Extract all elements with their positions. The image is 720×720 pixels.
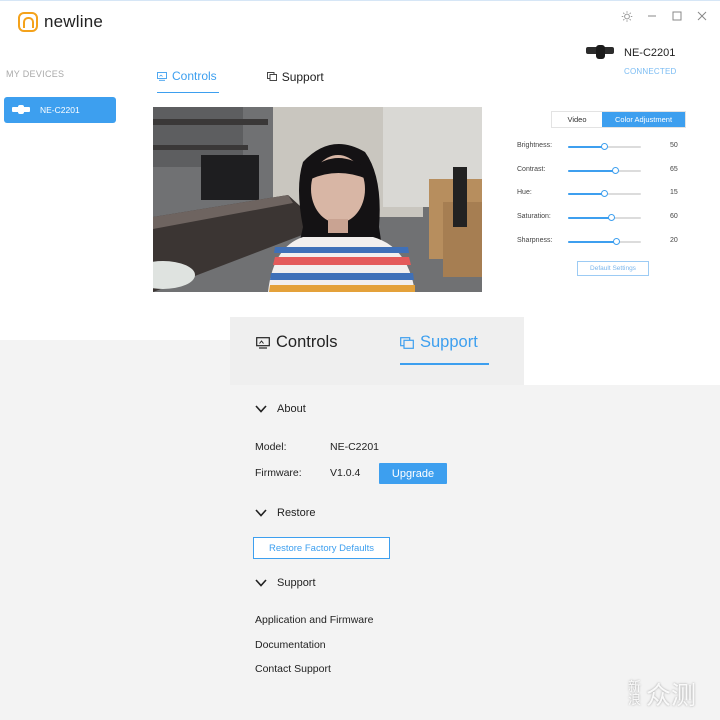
preview-image (153, 107, 482, 292)
saturation-value: 60 (670, 213, 678, 221)
link-documentation[interactable]: Documentation (255, 639, 326, 651)
chevron-down-icon (255, 405, 267, 413)
tab-controls-large[interactable]: Controls (256, 333, 337, 352)
chevron-down-icon (255, 579, 267, 587)
brightness-slider[interactable] (568, 143, 641, 150)
watermark-large: 众测 (646, 681, 697, 710)
tab-support-large[interactable]: Support (400, 333, 478, 352)
sidebar-item-device[interactable]: NE-C2201 (4, 97, 116, 123)
camera-preview (153, 107, 482, 292)
tab-video[interactable]: Video (552, 112, 602, 127)
default-settings-button[interactable]: Default Settings (577, 261, 649, 276)
watermark-small: 新 浪 (628, 680, 642, 708)
hue-value: 15 (670, 189, 678, 197)
background-strip (0, 340, 230, 385)
maximize-icon[interactable] (671, 9, 683, 23)
restore-factory-defaults-button[interactable]: Restore Factory Defaults (253, 537, 390, 559)
tab-color-adjustment[interactable]: Color Adjustment (602, 112, 685, 127)
tab-controls-large-label: Controls (276, 333, 338, 351)
camera-icon (12, 105, 30, 115)
sharpness-slider-thumb[interactable] (613, 237, 621, 245)
model-value: NE-C2201 (330, 441, 380, 453)
mode-switch: Video Color Adjustment (551, 111, 686, 128)
color-sliders: Brightness: 50 Contrast: 65 Hue: 15 Satu… (517, 142, 687, 260)
support-icon (400, 336, 414, 349)
sharpness-value: 20 (670, 236, 678, 244)
tab-controls-label: Controls (172, 69, 217, 83)
controls-icon (157, 71, 167, 81)
brand-logo: newline (18, 12, 103, 32)
contrast-slider[interactable] (568, 166, 641, 174)
contrast-slider-thumb[interactable] (611, 166, 619, 174)
tab-support-label: Support (281, 69, 324, 84)
restore-section-header[interactable]: Restore (255, 507, 316, 519)
window-controls (621, 9, 708, 23)
newline-logo-icon (18, 12, 38, 32)
contrast-value: 65 (670, 165, 678, 173)
restore-heading: Restore (277, 507, 316, 519)
contrast-label: Contrast: (517, 165, 546, 173)
about-heading: About (277, 403, 306, 415)
sharpness-row: Sharpness: 20 (517, 237, 687, 261)
sidebar-heading: MY DEVICES (6, 69, 65, 79)
support-tab-bar: Controls Support (230, 317, 524, 385)
top-tab-bar: Controls Support (157, 69, 324, 93)
saturation-label: Saturation: (517, 213, 551, 221)
firmware-value: V1.0.4 (330, 467, 361, 479)
saturation-slider-thumb[interactable] (608, 214, 616, 222)
device-name: NE-C2201 (624, 47, 676, 59)
link-application-firmware[interactable]: Application and Firmware (255, 614, 373, 626)
tab-support[interactable]: Support (266, 69, 324, 93)
tab-support-large-label: Support (420, 333, 478, 351)
close-icon[interactable] (696, 9, 708, 23)
brand-name: newline (44, 12, 104, 31)
firmware-label: Firmware: (255, 467, 302, 479)
camera-icon (586, 45, 614, 61)
chevron-down-icon (255, 509, 267, 517)
support-heading: Support (277, 577, 316, 589)
hue-slider-thumb[interactable] (601, 190, 608, 198)
upgrade-button[interactable]: Upgrade (379, 463, 447, 484)
support-section-header[interactable]: Support (255, 577, 316, 589)
minimize-icon[interactable] (646, 9, 658, 23)
watermark: 新 浪 众测 (628, 676, 696, 712)
hue-slider[interactable] (568, 190, 641, 198)
sidebar-item-label: NE-C2201 (40, 105, 80, 115)
sharpness-label: Sharpness: (517, 236, 553, 244)
active-tab-underline (400, 363, 489, 365)
support-icon (266, 72, 277, 81)
model-label: Model: (255, 441, 287, 453)
about-section-header[interactable]: About (255, 403, 306, 415)
link-contact-support[interactable]: Contact Support (255, 663, 331, 675)
hue-row: Hue: 15 (517, 189, 687, 213)
contrast-row: Contrast: 65 (517, 166, 687, 190)
brightness-label: Brightness: (517, 142, 553, 149)
hue-label: Hue: (517, 189, 532, 197)
controls-icon (256, 336, 270, 349)
settings-icon[interactable] (621, 9, 633, 23)
saturation-row: Saturation: 60 (517, 213, 687, 237)
brightness-slider-thumb[interactable] (601, 143, 608, 150)
brightness-value: 50 (670, 142, 678, 149)
device-status: CONNECTED (624, 67, 677, 76)
tab-controls[interactable]: Controls (157, 69, 219, 93)
saturation-slider[interactable] (568, 214, 641, 222)
sharpness-slider[interactable] (568, 237, 641, 245)
brightness-row: Brightness: 50 (517, 142, 687, 166)
